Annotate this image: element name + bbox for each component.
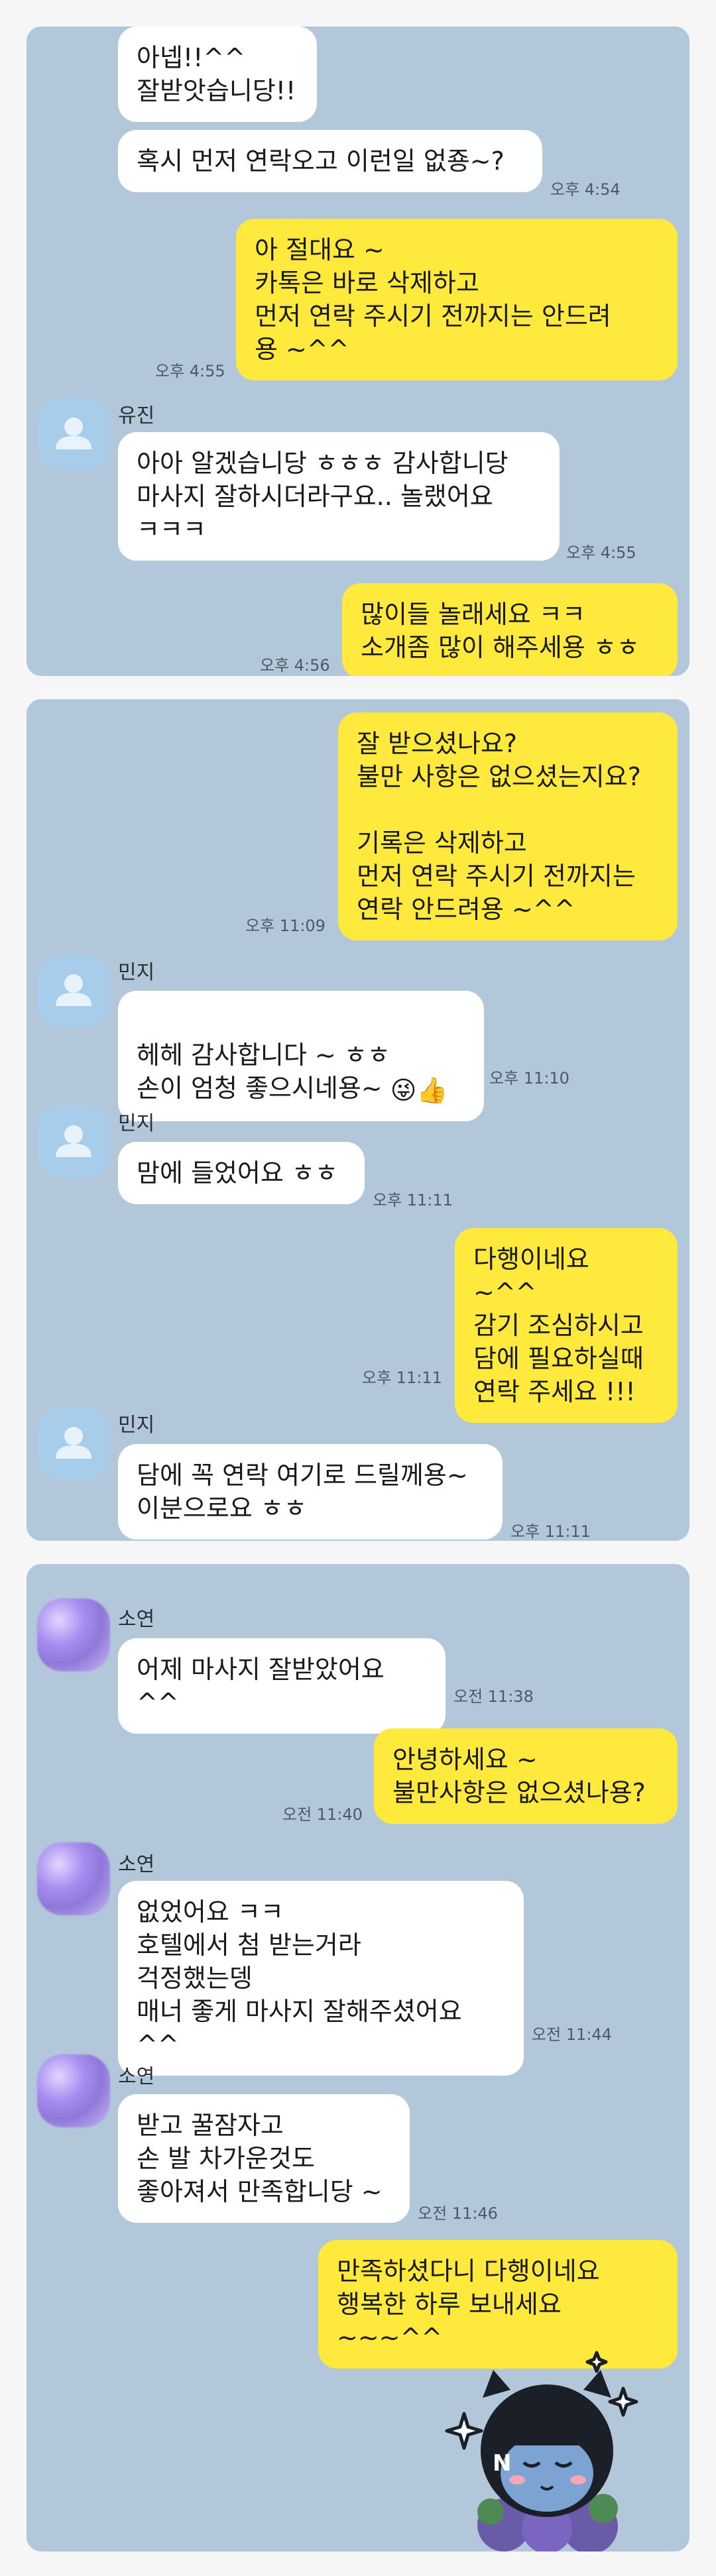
chat-panel-1: 아넵!!^^ 잘받앗습니당!! 혹시 먼저 연락오고 이런일 없죵~? 오후 4… — [27, 27, 689, 676]
message-time: 오후 4:55 — [155, 362, 225, 380]
avatar[interactable] — [37, 954, 110, 1027]
message-bubble-sent[interactable]: 많이들 놀래세요 ㅋㅋ 소개좀 많이 해주세용 ㅎㅎ — [342, 583, 678, 676]
avatar[interactable] — [37, 1598, 110, 1671]
sender-name: 유진 — [118, 404, 155, 427]
message-time: 오전 11:40 — [282, 1805, 363, 1824]
cartoon-character-sticker[interactable]: N — [424, 2333, 663, 2551]
person-silhouette-icon — [56, 1125, 91, 1157]
sender-name: 소연 — [118, 1608, 155, 1631]
message-time: 오전 11:46 — [418, 2204, 498, 2223]
chat-panel-3: 소연 어제 마사지 잘받았어요 ^^ 오전 11:38 안녕하세요 ~ 불만사항… — [27, 1564, 689, 2551]
avatar[interactable] — [37, 1105, 110, 1178]
chat-panel-2: 잘 받으셨나요? 불만 사항은 없으셨는지요? 기록은 삭제하고 먼저 연락 주… — [27, 699, 689, 1541]
message-bubble-received[interactable]: 맘에 들었어요 ㅎㅎ — [118, 1142, 365, 1204]
avatar[interactable] — [37, 1842, 110, 1915]
message-bubble-sent[interactable]: 잘 받으셨나요? 불만 사항은 없으셨는지요? 기록은 삭제하고 먼저 연락 주… — [338, 712, 678, 940]
sender-name: 민지 — [118, 961, 155, 984]
message-bubble-received[interactable]: 아넵!!^^ 잘받앗습니당!! — [118, 27, 317, 122]
message-bubble-sent[interactable]: 다행이네요 ~^^ 감기 조심하시고 담에 필요하실때 연락 주세요 !!! — [455, 1228, 678, 1423]
message-bubble-received[interactable]: 없었어요 ㅋㅋ 호텔에서 첨 받는거라 걱정했는뎅 매너 좋게 마사지 잘해주셨… — [118, 1881, 524, 2076]
person-silhouette-icon — [56, 418, 91, 449]
person-silhouette-icon — [56, 974, 91, 1006]
message-bubble-received[interactable]: 혹시 먼저 연락오고 이런일 없죵~? — [118, 130, 542, 192]
wink-thumbs-up-emoji-icon: 😜👍 — [390, 1075, 448, 1105]
person-silhouette-icon — [56, 1427, 91, 1459]
message-time: 오후 4:54 — [550, 180, 621, 199]
sender-name: 소연 — [118, 2065, 155, 2088]
sender-name: 소연 — [118, 1853, 155, 1876]
message-time: 오후 4:55 — [566, 543, 636, 562]
message-time: 오후 4:56 — [260, 656, 330, 675]
message-bubble-received[interactable]: 아아 알겠습니당 ㅎㅎㅎ 감사합니당 마사지 잘하시더라구요.. 놀랬어요 ㅋㅋ… — [118, 432, 560, 561]
message-bubble-sent[interactable]: 안녕하세요 ~ 불만사항은 없으셨나용? — [374, 1728, 678, 1824]
avatar[interactable] — [37, 398, 110, 471]
avatar[interactable] — [37, 1407, 110, 1480]
message-time: 오후 11:11 — [510, 1522, 591, 1541]
message-bubble-received[interactable]: 헤헤 감사합니다 ~ ㅎㅎ 손이 엄청 좋으시네용~ 😜👍 — [118, 991, 484, 1121]
message-bubble-received[interactable]: 담에 꼭 연락 여기로 드릴께용~ 이분으로요 ㅎㅎ — [118, 1444, 503, 1540]
avatar[interactable] — [37, 2054, 110, 2127]
message-bubble-received[interactable]: 받고 꿀잠자고 손 발 차가운것도 좋아져서 만족합니당 ~ — [118, 2094, 410, 2223]
message-time: 오후 11:11 — [373, 1191, 453, 1209]
message-text: 헤헤 감사합니다 ~ ㅎㅎ 손이 엄청 좋으시네용~ — [137, 1040, 390, 1103]
sender-name: 민지 — [118, 1414, 155, 1437]
message-time: 오후 11:10 — [489, 1069, 569, 1088]
message-time: 오전 11:38 — [453, 1687, 534, 1706]
message-time: 오후 11:11 — [362, 1369, 442, 1387]
message-bubble-sent[interactable]: 아 절대요 ~ 카톡은 바로 삭제하고 먼저 연락 주시기 전까지는 안드려 용… — [236, 219, 678, 380]
sender-name: 민지 — [118, 1112, 155, 1135]
message-bubble-received[interactable]: 어제 마사지 잘받았어요 ^^ — [118, 1638, 446, 1734]
message-time: 오후 11:09 — [245, 917, 326, 935]
svg-text:N: N — [493, 2450, 511, 2477]
message-time: 오전 11:44 — [532, 2025, 612, 2044]
